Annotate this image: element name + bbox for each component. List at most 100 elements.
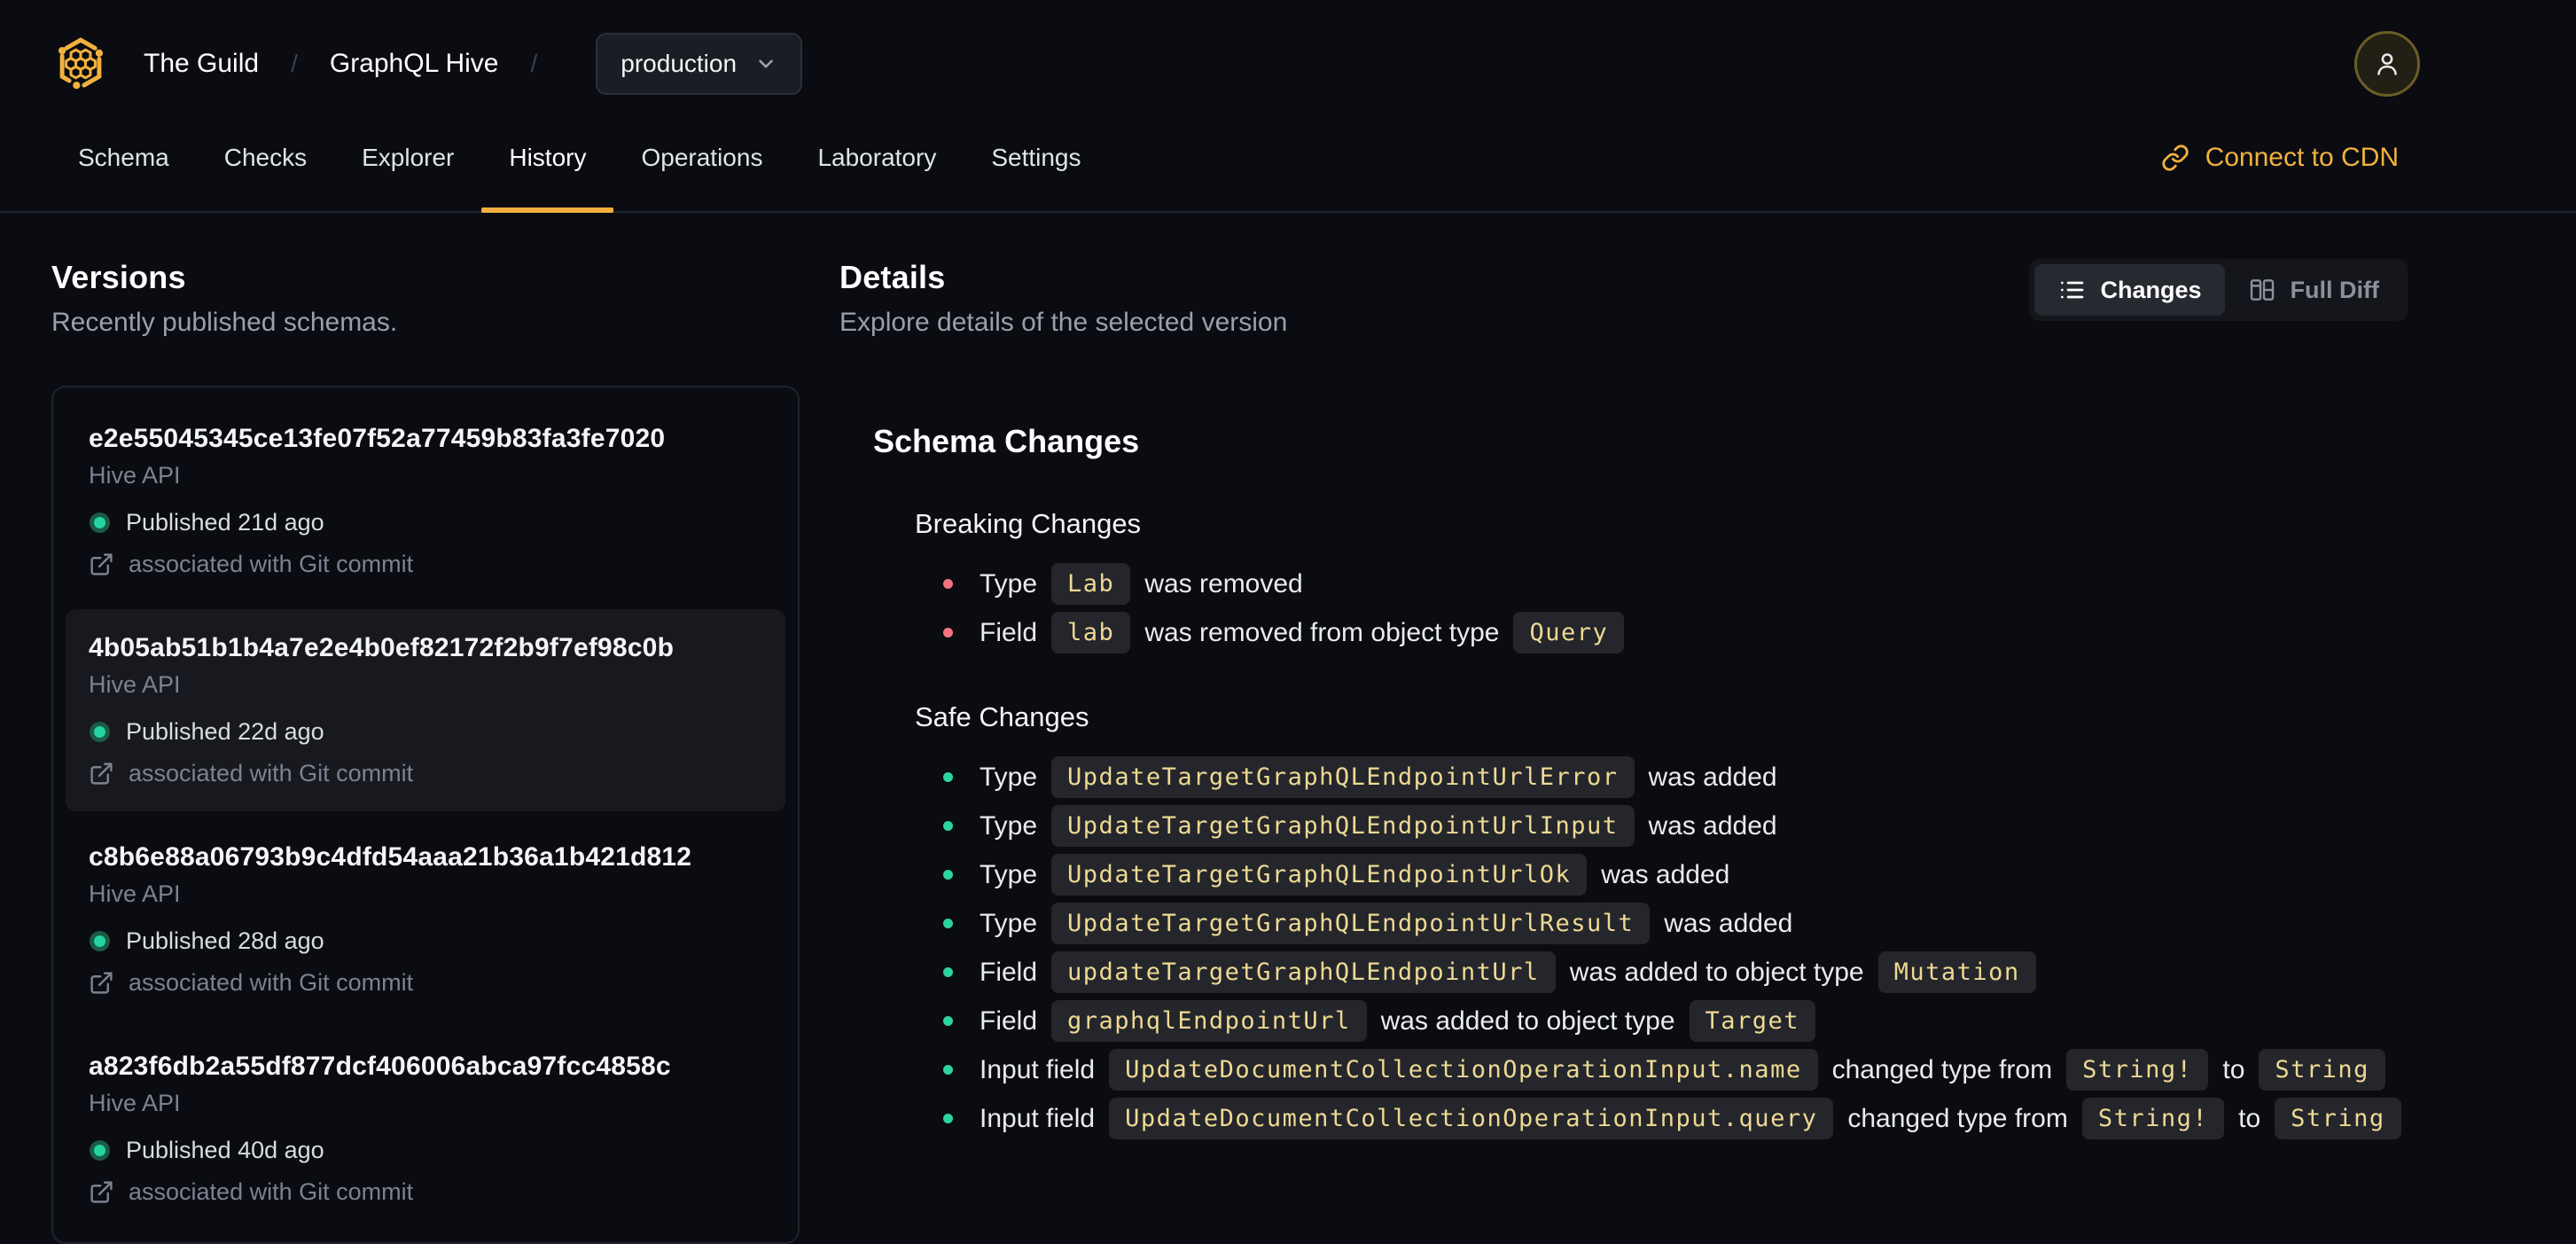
user-avatar-button[interactable] — [2354, 31, 2420, 97]
code-chip: UpdateDocumentCollectionOperationInput.n… — [1109, 1049, 1818, 1091]
tab-schema[interactable]: Schema — [78, 105, 169, 211]
target-dropdown[interactable]: production — [596, 33, 803, 95]
change-text: was added — [1648, 762, 1777, 792]
version-hash: e2e55045345ce13fe07f52a77459b83fa3fe7020 — [89, 424, 666, 453]
git-commit-text: associated with Git commit — [129, 760, 414, 786]
change-text: was removed from object type — [1144, 617, 1500, 647]
git-commit-text: associated with Git commit — [129, 551, 414, 577]
toggle-changes-button[interactable]: Changes — [2034, 264, 2225, 316]
code-chip: String! — [2066, 1049, 2209, 1091]
version-git-commit-link[interactable]: associated with Git commit — [89, 1178, 762, 1206]
code-chip: UpdateTargetGraphQLEndpointUrlInput — [1051, 805, 1635, 847]
published-text: Published 28d ago — [126, 927, 324, 954]
versions-title: Versions — [51, 259, 186, 295]
code-chip: UpdateTargetGraphQLEndpointUrlOk — [1051, 854, 1588, 896]
change-text: to — [2222, 1054, 2245, 1084]
nav-tabs-bar: Schema Checks Explorer History Operations Lab… — [0, 105, 2576, 213]
version-card[interactable]: a823f6db2a55df877dcf406006abca97fcc4858c… — [66, 1028, 785, 1230]
breadcrumb-separator: / — [291, 50, 298, 77]
target-dropdown-value: production — [621, 50, 738, 77]
safe-changes-list: Type UpdateTargetGraphQLEndpointUrlError w… — [943, 756, 2408, 1139]
version-published: Published 28d ago — [89, 927, 762, 955]
code-chip: lab — [1051, 612, 1131, 653]
toggle-full-diff-button[interactable]: Full Diff — [2225, 264, 2402, 316]
code-chip: graphqlEndpointUrl — [1051, 1000, 1367, 1042]
change-text: was added — [1648, 810, 1777, 841]
safe-bullet-icon — [943, 1114, 953, 1123]
git-commit-text: associated with Git commit — [129, 969, 414, 996]
tab-settings[interactable]: Settings — [991, 105, 1081, 211]
version-git-commit-link[interactable]: associated with Git commit — [89, 969, 762, 997]
change-text: changed type from — [1831, 1054, 2053, 1084]
main-content: Versions Recently published schemas. e2e… — [0, 213, 2576, 1244]
version-service: Hive API — [89, 462, 181, 489]
change-text: Field — [980, 957, 1038, 987]
tab-history[interactable]: History — [481, 105, 614, 213]
schema-changes-sections: Breaking Changes Type Lab was removed Field l… — [873, 508, 2408, 1139]
list-icon — [2057, 276, 2086, 304]
breadcrumb-org[interactable]: The Guild — [144, 49, 259, 79]
link-icon — [2161, 144, 2190, 172]
tab-laboratory[interactable]: Laboratory — [817, 105, 936, 211]
version-git-commit-link[interactable]: associated with Git commit — [89, 551, 762, 578]
version-card[interactable]: e2e55045345ce13fe07f52a77459b83fa3fe7020… — [66, 400, 785, 602]
tab-checks[interactable]: Checks — [224, 105, 307, 211]
breadcrumb-project[interactable]: GraphQL Hive — [330, 49, 499, 79]
chevron-down-icon — [754, 52, 777, 75]
view-toggle: Changes Full Diff — [2029, 259, 2408, 321]
code-chip: String — [2259, 1049, 2385, 1091]
published-text: Published 22d ago — [126, 718, 324, 745]
breaking-bullet-icon — [943, 628, 953, 638]
tab-explorer[interactable]: Explorer — [362, 105, 454, 211]
hive-logo-icon[interactable] — [51, 35, 110, 93]
change-row: Field lab was removed from object type Quer… — [943, 612, 2408, 653]
app-header: The Guild / GraphQL Hive / production Sc… — [0, 0, 2576, 213]
git-commit-text: associated with Git commit — [129, 1178, 414, 1205]
code-chip: updateTargetGraphQLEndpointUrl — [1051, 951, 1556, 993]
connect-to-cdn-label: Connect to CDN — [2205, 143, 2399, 172]
details-panel: Details Explore details of the selected … — [839, 259, 2408, 1244]
section-title-breaking: Breaking Changes — [915, 508, 1142, 539]
change-row: Input field UpdateDocumentCollectionOpera… — [943, 1049, 2408, 1091]
safe-bullet-icon — [943, 821, 953, 831]
change-text: Type — [980, 810, 1038, 841]
change-text: Type — [980, 859, 1038, 889]
change-text: Type — [980, 568, 1038, 599]
code-chip: Mutation — [1877, 951, 2036, 993]
safe-bullet-icon — [943, 1016, 953, 1026]
external-link-icon — [89, 1179, 114, 1205]
external-link-icon — [89, 552, 114, 577]
version-card[interactable]: c8b6e88a06793b9c4dfd54aaa21b36a1b421d812… — [66, 818, 785, 1021]
version-git-commit-link[interactable]: associated with Git commit — [89, 760, 762, 787]
columns-icon — [2248, 276, 2276, 304]
safe-bullet-icon — [943, 919, 953, 928]
change-text: Type — [980, 762, 1038, 792]
version-hash: a823f6db2a55df877dcf406006abca97fcc4858c — [89, 1052, 671, 1081]
connect-to-cdn-button[interactable]: Connect to CDN — [2161, 143, 2399, 173]
change-text: was added — [1601, 859, 1730, 889]
version-card[interactable]: 4b05ab51b1b4a7e2e4b0ef82172f2b9f7ef98c0b… — [66, 609, 785, 811]
change-text: was removed — [1144, 568, 1303, 599]
versions-subtitle: Recently published schemas. — [51, 308, 398, 337]
version-published: Published 22d ago — [89, 718, 762, 746]
code-chip: String — [2275, 1098, 2401, 1139]
change-text: to — [2238, 1103, 2261, 1133]
change-row: Type Lab was removed — [943, 563, 2408, 605]
change-row: Type UpdateTargetGraphQLEndpointUrlOk was … — [943, 854, 2408, 896]
published-dot-icon — [94, 726, 105, 738]
safe-bullet-icon — [943, 967, 953, 977]
safe-bullet-icon — [943, 870, 953, 880]
change-text: Field — [980, 1005, 1038, 1036]
top-bar: The Guild / GraphQL Hive / production — [0, 0, 2576, 105]
safe-bullet-icon — [943, 1065, 953, 1075]
tab-operations[interactable]: Operations — [641, 105, 762, 211]
change-row: Field graphqlEndpointUrl was added to obje… — [943, 1000, 2408, 1042]
version-hash: c8b6e88a06793b9c4dfd54aaa21b36a1b421d812 — [89, 842, 692, 872]
toggle-full-diff-label: Full Diff — [2290, 276, 2379, 303]
version-published: Published 21d ago — [89, 509, 762, 536]
change-text: Field — [980, 617, 1038, 647]
change-row: Field updateTargetGraphQLEndpointUrl was a… — [943, 951, 2408, 993]
breaking-changes-list: Type Lab was removed Field lab was removed fr… — [943, 563, 2408, 653]
breaking-bullet-icon — [943, 579, 953, 589]
code-chip: UpdateTargetGraphQLEndpointUrlResult — [1051, 903, 1651, 944]
